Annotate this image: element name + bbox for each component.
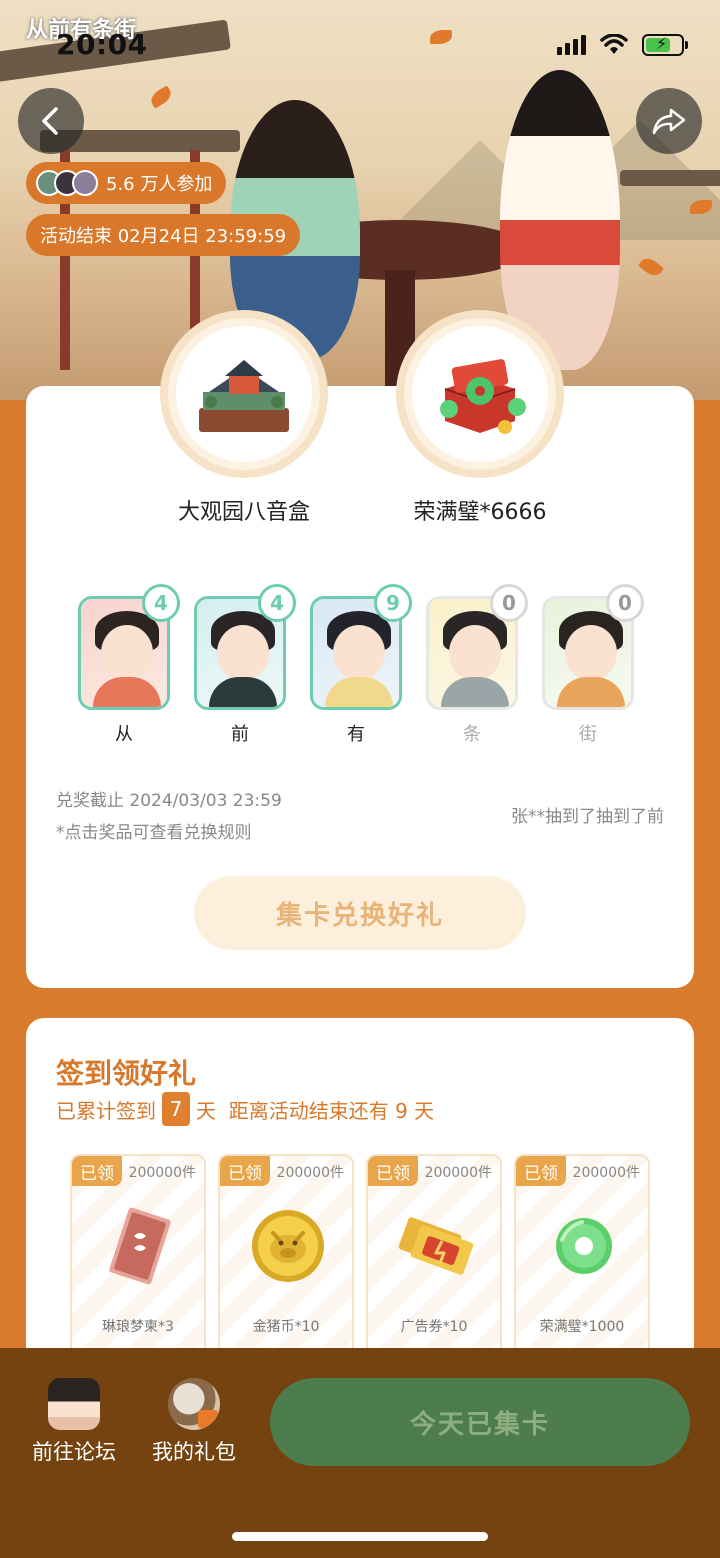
character-card-jie[interactable]: 0 街 [542, 584, 644, 746]
go-to-forum-button[interactable]: 前往论坛 [28, 1378, 120, 1466]
battery-icon: ⚡ [642, 34, 688, 56]
card-label: 街 [579, 724, 597, 745]
avatar [72, 170, 98, 196]
reward-quantity: 200000件 [424, 1165, 492, 1181]
gift-bag-icon [168, 1378, 220, 1430]
reward-quantity: 200000件 [276, 1165, 344, 1181]
character-card-cong[interactable]: 4 从 [78, 584, 180, 746]
share-icon [652, 108, 686, 135]
character-card-qian[interactable]: 4 前 [194, 584, 296, 746]
my-gifts-button[interactable]: 我的礼包 [146, 1378, 242, 1466]
winner-ticker: 张**抽到了抽到了前 [511, 807, 664, 827]
participants-pill: 5.6 万人参加 [26, 162, 227, 204]
reward-quantity: 200000件 [572, 1165, 640, 1181]
card-count-badge: 4 [258, 584, 296, 622]
signin-prefix: 已累计签到 [56, 1098, 156, 1123]
claimed-tag: 已领 [220, 1156, 270, 1186]
wifi-icon [600, 34, 628, 54]
character-card-tiao[interactable]: 0 条 [426, 584, 528, 746]
participants-count: 5.6 万人参加 [106, 174, 213, 195]
card-label: 从 [115, 724, 133, 745]
exchange-button[interactable]: 集卡兑换好礼 [194, 876, 526, 950]
card-label: 有 [347, 724, 365, 745]
reward-item[interactable]: 已领 200000件 广告券*10 [366, 1154, 502, 1364]
card-label: 前 [231, 724, 249, 745]
character-card-list: 4 从 4 前 9 有 0 条 0 街 [78, 584, 644, 746]
prize-jade-gift[interactable]: 荣满璧*6666 [396, 310, 564, 526]
activity-end-time: 活动结束 02月24日 23:59:59 [40, 226, 287, 247]
share-button[interactable] [636, 88, 702, 154]
collected-today-button[interactable]: 今天已集卡 [270, 1378, 690, 1466]
signin-reward-list: 已领 200000件 琳琅梦柬*3 已领 200000件 金猪币*10 已领 2… [70, 1154, 650, 1364]
prize-music-box[interactable]: 大观园八音盒 [160, 310, 328, 526]
card-count-badge: 0 [490, 584, 528, 622]
reward-item[interactable]: 已领 200000件 金猪币*10 [218, 1154, 354, 1364]
participant-avatars [36, 170, 98, 196]
forum-avatar-icon [48, 1378, 100, 1430]
reward-item[interactable]: 已领 200000件 琳琅梦柬*3 [70, 1154, 206, 1364]
home-indicator [232, 1532, 488, 1541]
signin-status: 已累计签到 7 天 距离活动结束还有 9 天 [56, 1092, 434, 1126]
reward-name: 广告券*10 [400, 1319, 468, 1335]
reward-item[interactable]: 已领 200000件 荣满璧*1000 [514, 1154, 650, 1364]
ad-ticket-icon [396, 1206, 476, 1286]
reward-name: 琳琅梦柬*3 [102, 1319, 174, 1335]
reward-quantity: 200000件 [128, 1165, 196, 1181]
reward-name: 金猪币*10 [252, 1319, 320, 1335]
cellular-signal-icon [557, 35, 586, 55]
signin-suffix: 天 距离活动结束还有 9 天 [196, 1098, 435, 1123]
bottom-action-bar: 前往论坛 我的礼包 今天已集卡 [0, 1348, 720, 1558]
card-count-badge: 0 [606, 584, 644, 622]
chevron-left-icon [42, 107, 58, 135]
signin-title: 签到领好礼 [56, 1057, 197, 1090]
card-label: 条 [463, 724, 481, 745]
reward-name: 荣满璧*1000 [539, 1319, 625, 1335]
signin-days: 7 [162, 1092, 190, 1126]
card-collection-panel: 大观园八音盒 荣满璧*6666 4 从 4 前 9 有 0 条 0 街 兑奖截止… [26, 310, 694, 988]
card-count-badge: 9 [374, 584, 412, 622]
gold-pig-coin-icon [248, 1206, 328, 1286]
status-bar: 从前有条街 20:04 ⚡ [0, 17, 720, 68]
status-time: 20:04 [56, 28, 148, 61]
letter-icon [100, 1206, 180, 1286]
gift-label: 我的礼包 [152, 1440, 236, 1464]
forum-label: 前往论坛 [32, 1440, 116, 1464]
music-box-icon [176, 326, 312, 462]
back-button[interactable] [18, 88, 84, 154]
activity-end-pill: 活动结束 02月24日 23:59:59 [26, 214, 301, 256]
claimed-tag: 已领 [368, 1156, 418, 1186]
jade-gift-icon [412, 326, 548, 462]
card-count-badge: 4 [142, 584, 180, 622]
prize-name: 荣满璧*6666 [413, 500, 547, 525]
claimed-tag: 已领 [72, 1156, 122, 1186]
prize-name: 大观园八音盒 [177, 500, 310, 525]
jade-ring-icon [544, 1206, 624, 1286]
character-card-you[interactable]: 9 有 [310, 584, 412, 746]
claimed-tag: 已领 [516, 1156, 566, 1186]
redeem-deadline: 兑奖截止 2024/03/03 23:59 [56, 791, 282, 811]
rule-note: *点击奖品可查看兑换规则 [56, 823, 252, 843]
